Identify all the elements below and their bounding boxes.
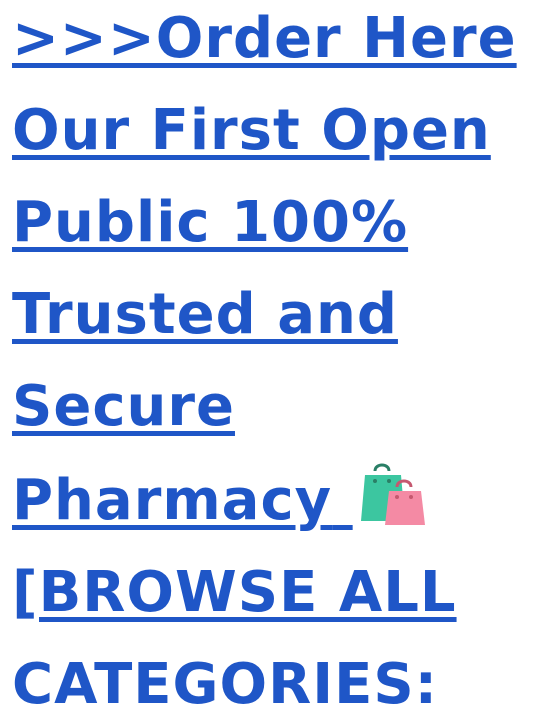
shopping-bags-icon bbox=[359, 461, 427, 527]
page-content: >>>Order Here Our First Open Public 100%… bbox=[0, 0, 555, 709]
link-line-6: Pharmacy bbox=[12, 468, 333, 533]
link-line-2: Our First Open bbox=[12, 98, 491, 163]
link-line-3: Public 100% bbox=[12, 190, 409, 255]
link-line-8: CATEGORIES: bbox=[12, 652, 439, 709]
order-link[interactable]: >>>Order Here Our First Open Public 100%… bbox=[12, 0, 555, 709]
link-line-5: Secure bbox=[12, 374, 235, 439]
link-line-4: Trusted and bbox=[12, 282, 398, 347]
link-line-1: >>>Order Here bbox=[12, 6, 517, 71]
link-line-7: [BROWSE ALL bbox=[12, 560, 457, 625]
